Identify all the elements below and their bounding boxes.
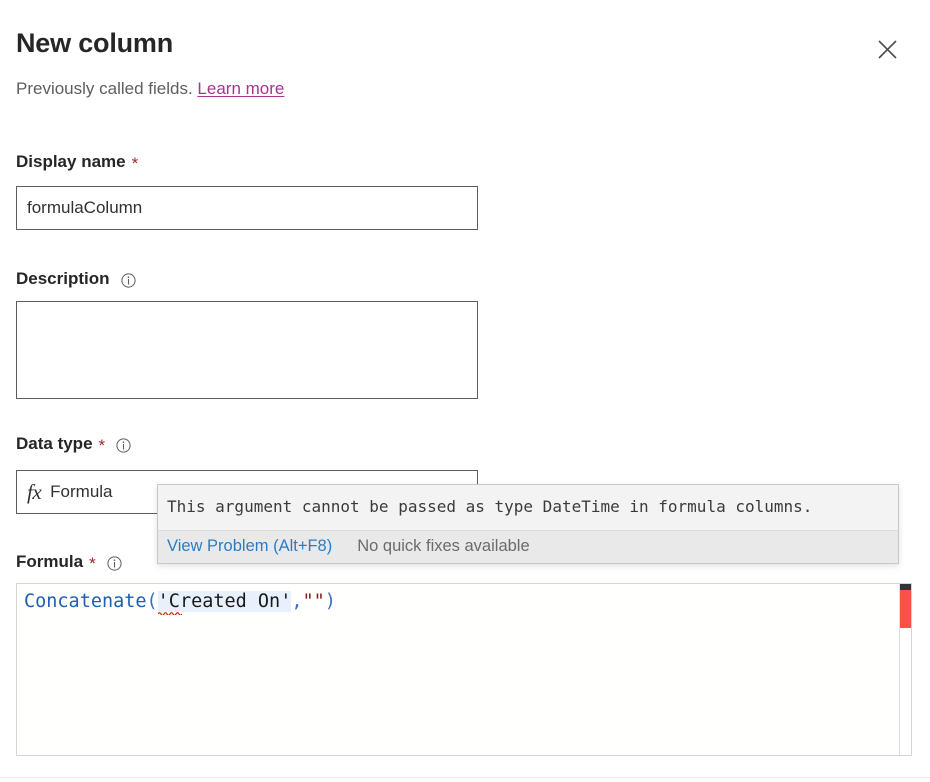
formula-token-comma: , — [291, 591, 302, 612]
formula-code-line: Concatenate('Created On',"") — [24, 589, 336, 615]
display-name-label: Display name * — [16, 152, 138, 172]
formula-code-editor[interactable]: Concatenate('Created On',"") — [16, 583, 912, 756]
formula-label: Formula * — [16, 552, 122, 572]
formula-token-string-argument: 'Created On' — [158, 591, 292, 612]
panel-subtitle: Previously called fields. Learn more — [16, 79, 284, 99]
display-name-input[interactable] — [16, 186, 478, 230]
formula-token-function: Concatenate — [24, 591, 147, 612]
info-icon[interactable] — [116, 438, 131, 453]
description-textarea[interactable] — [16, 301, 478, 399]
panel-subtitle-text: Previously called fields. — [16, 79, 197, 98]
view-problem-link[interactable]: View Problem (Alt+F8) — [167, 537, 332, 556]
description-label-text: Description — [16, 269, 110, 289]
required-asterisk: * — [132, 155, 139, 172]
error-tooltip-message: This argument cannot be passed as type D… — [158, 485, 898, 530]
close-panel-button[interactable] — [867, 29, 907, 69]
data-type-label-text: Data type — [16, 434, 93, 454]
overview-error-marker[interactable] — [900, 590, 911, 628]
required-asterisk: * — [89, 555, 96, 572]
error-tooltip-actionbar: View Problem (Alt+F8) No quick fixes ava… — [158, 530, 898, 563]
formula-token-empty-string: "" — [302, 591, 324, 612]
info-icon[interactable] — [107, 556, 122, 571]
formula-token-string-text: 'Created On' — [158, 591, 292, 612]
formula-error-tooltip: This argument cannot be passed as type D… — [157, 484, 899, 564]
display-name-label-text: Display name — [16, 152, 126, 172]
description-label: Description — [16, 269, 136, 289]
info-icon[interactable] — [121, 273, 136, 288]
data-type-selected-value: Formula — [50, 482, 112, 502]
editor-overview-ruler[interactable] — [900, 584, 911, 755]
learn-more-link[interactable]: Learn more — [197, 79, 284, 98]
close-icon — [877, 39, 898, 60]
formula-label-text: Formula — [16, 552, 83, 572]
formula-token-close-paren: ) — [325, 591, 336, 612]
error-squiggle-icon — [158, 611, 182, 615]
quick-fix-note: No quick fixes available — [357, 537, 529, 556]
required-asterisk: * — [99, 437, 106, 454]
data-type-label: Data type * — [16, 434, 131, 454]
page-title: New column — [16, 28, 173, 59]
panel-bottom-divider — [0, 777, 930, 778]
formula-token-open-paren: ( — [147, 591, 158, 612]
fx-icon: fx — [27, 482, 41, 503]
